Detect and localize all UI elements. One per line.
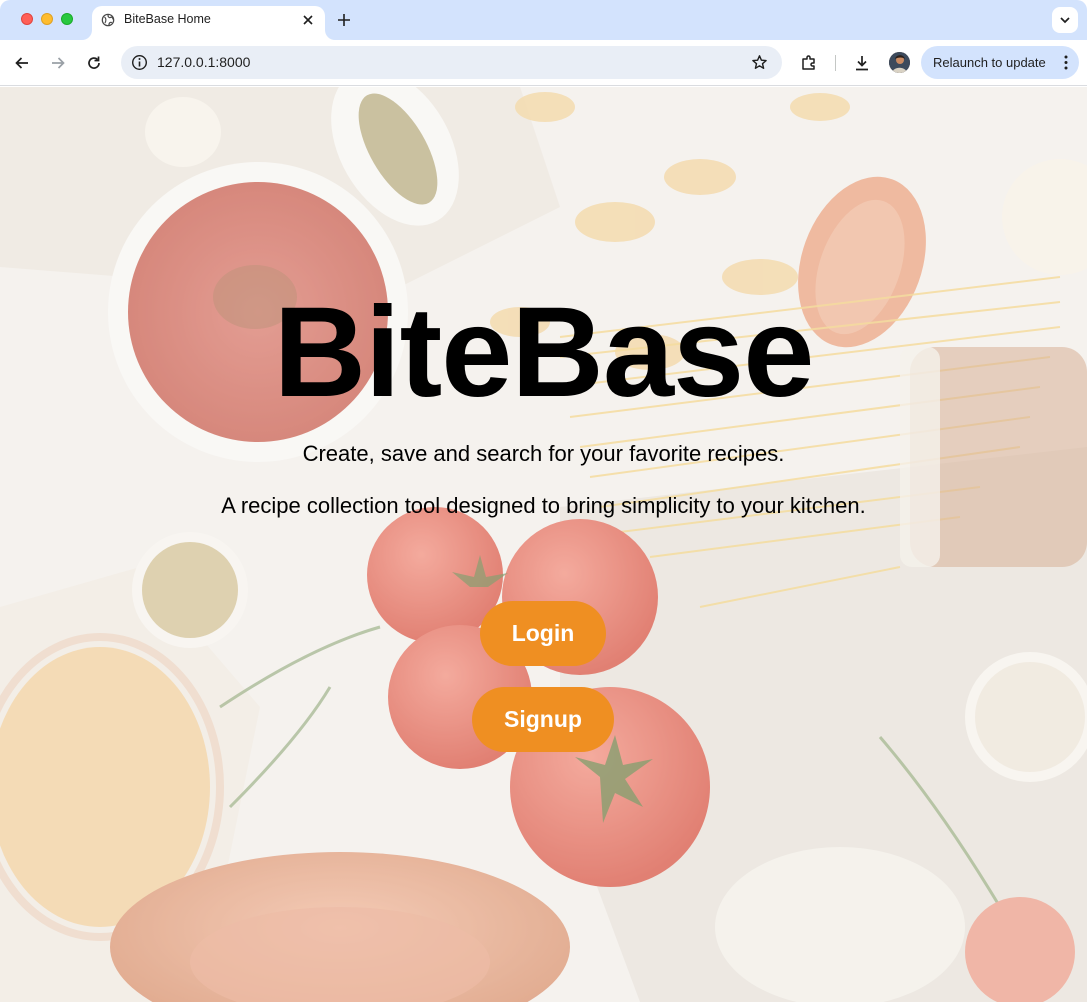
description: A recipe collection tool designed to bri… (221, 493, 866, 518)
tab-strip: BiteBase Home (0, 0, 1087, 40)
page-viewport: BiteBase Create, save and search for you… (0, 87, 1087, 1002)
relaunch-label: Relaunch to update (933, 55, 1046, 70)
forward-arrow-icon[interactable] (49, 54, 67, 72)
login-button[interactable]: Login (480, 601, 606, 666)
background-overlay (0, 87, 1087, 1002)
minimize-window-button[interactable] (41, 13, 53, 25)
profile-avatar[interactable] (889, 52, 910, 73)
relaunch-to-update-button[interactable]: Relaunch to update (921, 46, 1079, 79)
close-window-button[interactable] (21, 13, 33, 25)
download-icon[interactable] (853, 54, 871, 72)
close-icon[interactable] (300, 12, 316, 28)
more-vert-icon[interactable] (1063, 54, 1069, 71)
signup-button[interactable]: Signup (472, 687, 614, 752)
browser-tab[interactable]: BiteBase Home (92, 6, 325, 40)
globe-icon (101, 13, 115, 27)
star-icon[interactable] (751, 54, 768, 71)
maximize-window-button[interactable] (61, 13, 73, 25)
address-bar[interactable]: 127.0.0.1:8000 (121, 46, 782, 79)
browser-toolbar: 127.0.0.1:8000 Relaunch to update (0, 40, 1087, 86)
tab-search-button[interactable] (1052, 7, 1078, 33)
site-title: BiteBase (273, 281, 815, 424)
tab-title: BiteBase Home (124, 12, 211, 26)
toolbar-divider (835, 55, 836, 71)
tagline: Create, save and search for your favorit… (302, 441, 785, 466)
plus-icon[interactable] (336, 12, 352, 28)
back-arrow-icon[interactable] (13, 54, 31, 72)
info-icon[interactable] (131, 54, 148, 71)
reload-icon[interactable] (85, 54, 103, 72)
extensions-icon[interactable] (800, 54, 818, 72)
url-text[interactable]: 127.0.0.1:8000 (157, 54, 250, 70)
chevron-down-icon (1060, 17, 1070, 24)
